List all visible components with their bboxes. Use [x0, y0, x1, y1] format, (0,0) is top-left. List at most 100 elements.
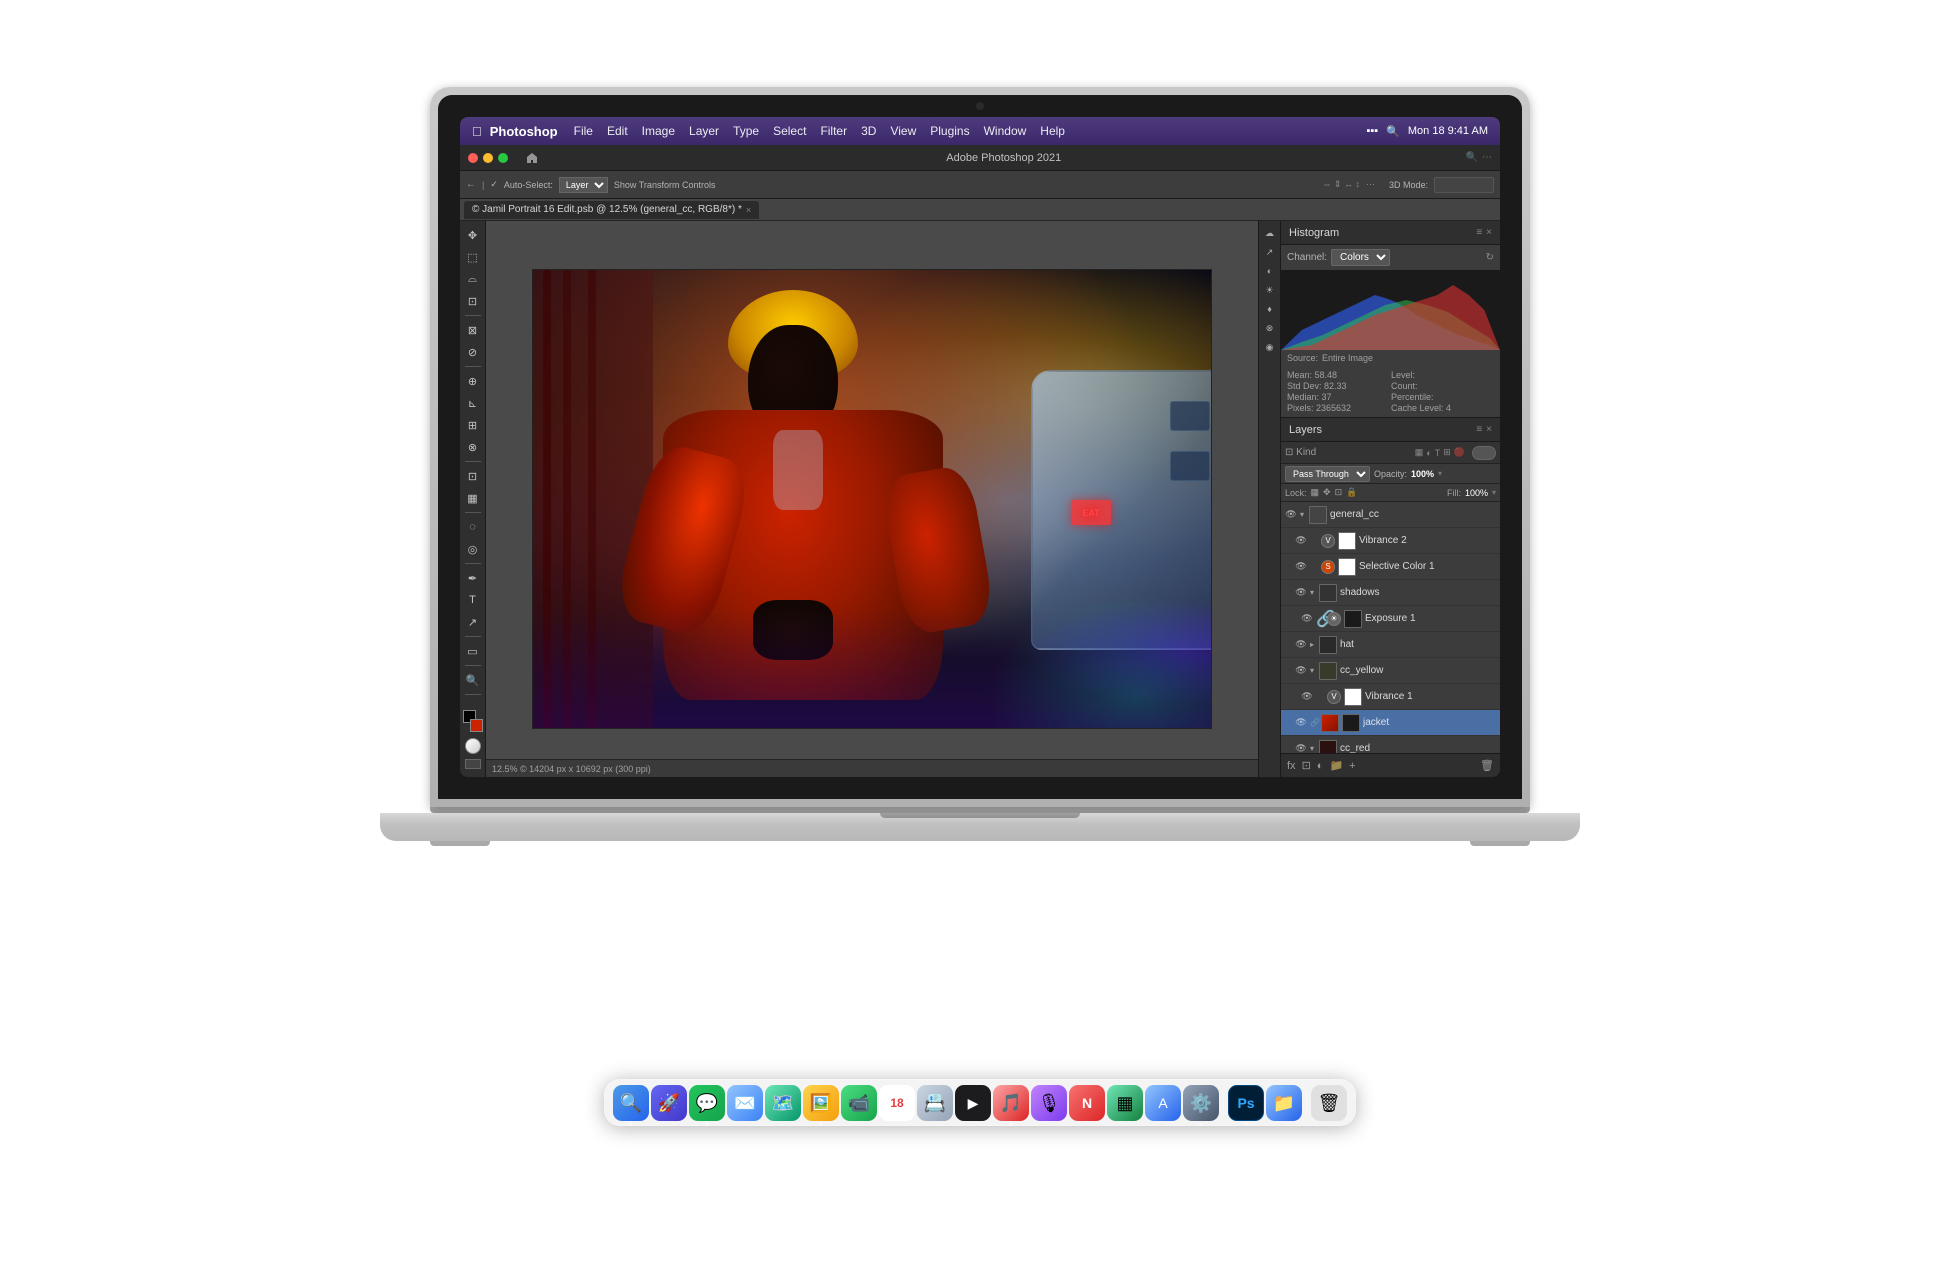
menu-window[interactable]: Window: [984, 124, 1027, 138]
tool-history-brush[interactable]: ⊗: [463, 437, 483, 457]
home-icon[interactable]: [522, 149, 542, 167]
adj-curves-icon[interactable]: ↗: [1262, 244, 1278, 260]
menu-image[interactable]: Image: [642, 124, 675, 138]
menu-edit[interactable]: Edit: [607, 124, 628, 138]
group-arrow-shadows[interactable]: ▾: [1310, 588, 1314, 597]
dock-maps[interactable]: 🗺️: [765, 1085, 801, 1121]
tool-brush[interactable]: ⊾: [463, 393, 483, 413]
search-menubar-icon[interactable]: 🔍: [1386, 125, 1400, 138]
tab-close-icon[interactable]: ×: [746, 205, 751, 215]
tool-eyedropper[interactable]: ⊘: [463, 342, 483, 362]
active-document-tab[interactable]: © Jamil Portrait 16 Edit.psb @ 12.5% (ge…: [464, 201, 759, 219]
auto-select-dropdown[interactable]: Layer: [559, 177, 608, 193]
layer-eye-exp1[interactable]: 👁: [1301, 613, 1313, 624]
maximize-button[interactable]: [498, 153, 508, 163]
adj-photo-filter-icon[interactable]: ◉: [1262, 339, 1278, 355]
layer-selective-color1[interactable]: 👁 S Selective Color 1: [1281, 554, 1500, 580]
lock-all-icon[interactable]: 🔒: [1346, 487, 1357, 498]
adj-levels-icon[interactable]: ☁: [1262, 225, 1278, 241]
add-fx-icon[interactable]: fx: [1287, 760, 1296, 772]
apple-logo-icon[interactable]: : [472, 124, 482, 139]
menu-layer[interactable]: Layer: [689, 124, 719, 138]
group-arrow-ccyellow[interactable]: ▾: [1310, 666, 1314, 675]
layer-eye-vibrance2[interactable]: 👁: [1295, 535, 1307, 546]
dock-appstore[interactable]: A: [1145, 1085, 1181, 1121]
tool-text[interactable]: T: [463, 590, 483, 610]
layer-eye-ccred[interactable]: 👁: [1295, 743, 1307, 753]
dock-launchpad[interactable]: 🚀: [651, 1085, 687, 1121]
tool-dodge[interactable]: ◎: [463, 539, 483, 559]
tool-lasso[interactable]: ⌓: [463, 269, 483, 289]
layers-collapse-icon[interactable]: ×: [1486, 424, 1492, 435]
ps-search-icon[interactable]: 🔍: [1466, 152, 1478, 163]
screen-mode-icon[interactable]: [465, 759, 481, 769]
color-filter-icon[interactable]: 🔴: [1454, 447, 1465, 458]
dock-finder2[interactable]: 📁: [1266, 1085, 1302, 1121]
dock-facetime[interactable]: 📹: [841, 1085, 877, 1121]
tool-gradient[interactable]: ▦: [463, 488, 483, 508]
group-arrow-ccred[interactable]: ▾: [1310, 744, 1314, 753]
layer-cc-red-group[interactable]: 👁 ▾ cc_red: [1281, 736, 1500, 753]
layer-cc-yellow-group[interactable]: 👁 ▾ cc_yellow: [1281, 658, 1500, 684]
lock-pixel-icon[interactable]: ▦: [1311, 487, 1320, 498]
channel-select[interactable]: Colors: [1331, 249, 1390, 266]
tool-move[interactable]: ✥: [463, 225, 483, 245]
dock-photos[interactable]: 🖼️: [803, 1085, 839, 1121]
add-mask-icon[interactable]: ⊡: [1302, 759, 1311, 772]
lock-artboard-icon[interactable]: ⊡: [1335, 487, 1343, 498]
back-icon[interactable]: ←: [466, 179, 476, 190]
histogram-refresh-icon[interactable]: ↻: [1486, 252, 1494, 263]
layer-eye-shadows[interactable]: 👁: [1295, 587, 1307, 598]
layer-eye-ccyellow[interactable]: 👁: [1295, 665, 1307, 676]
opacity-value[interactable]: 100%: [1411, 469, 1434, 479]
dock-trash[interactable]: 🗑: [1311, 1085, 1347, 1121]
dock-systemprefs[interactable]: ⚙️: [1183, 1085, 1219, 1121]
color-swatches[interactable]: [463, 710, 483, 732]
layer-vibrance1[interactable]: 👁 V Vibrance 1: [1281, 684, 1500, 710]
tool-pen[interactable]: ✒: [463, 568, 483, 588]
layer-eye-sc1[interactable]: 👁: [1295, 561, 1307, 572]
layer-eye-vibrance1[interactable]: 👁: [1301, 691, 1313, 702]
layer-hat-group[interactable]: 👁 ▸ hat: [1281, 632, 1500, 658]
add-adjustment-icon[interactable]: ◐: [1317, 760, 1324, 772]
tool-heal[interactable]: ⊕: [463, 371, 483, 391]
blend-mode-select[interactable]: Pass Through: [1285, 466, 1370, 482]
dock-messages[interactable]: 💬: [689, 1085, 725, 1121]
ps-more-icon[interactable]: ⋯: [1482, 152, 1492, 163]
tool-shape[interactable]: ▭: [463, 641, 483, 661]
menu-file[interactable]: File: [574, 124, 593, 138]
menu-select[interactable]: Select: [773, 124, 806, 138]
tool-stamp[interactable]: ⊞: [463, 415, 483, 435]
tool-blur[interactable]: ◌: [463, 517, 483, 537]
dock-news[interactable]: N: [1069, 1085, 1105, 1121]
pixel-icon[interactable]: ▦: [1415, 447, 1424, 458]
tool-rectangular-marquee[interactable]: ⬚: [463, 247, 483, 267]
fill-value[interactable]: 100%: [1465, 488, 1488, 498]
delete-layer-icon[interactable]: 🗑: [1480, 759, 1494, 772]
adj-vibrance-icon[interactable]: ♦: [1262, 301, 1278, 317]
layer-eye-general-cc[interactable]: 👁: [1285, 509, 1297, 520]
ps-canvas[interactable]: EAT 12.5% © 14204 px x 10692 px (300 ppi…: [486, 221, 1258, 777]
layers-menu-icon[interactable]: ≡: [1476, 424, 1482, 435]
tool-crop[interactable]: ⊠: [463, 320, 483, 340]
more-toolbar-icon[interactable]: ⋯: [1366, 179, 1375, 190]
adj-filter-icon[interactable]: ◐: [1426, 448, 1431, 458]
layer-shadows-group[interactable]: 👁 ▾ shadows: [1281, 580, 1500, 606]
adj-brightness-icon[interactable]: ☀: [1262, 282, 1278, 298]
add-group-icon[interactable]: 📁: [1329, 759, 1343, 772]
type-filter-icon[interactable]: T: [1435, 448, 1441, 458]
dock-finder[interactable]: 🔍: [613, 1085, 649, 1121]
menu-view[interactable]: View: [890, 124, 916, 138]
dock-calendar[interactable]: 18: [879, 1085, 915, 1121]
minimize-button[interactable]: [483, 153, 493, 163]
bg-color-swatch[interactable]: [470, 719, 483, 732]
adj-hue-icon[interactable]: ◐: [1262, 263, 1278, 279]
layer-general-cc[interactable]: 👁 ▾ general_cc: [1281, 502, 1500, 528]
lock-position-icon[interactable]: ✥: [1323, 487, 1331, 498]
histogram-collapse-icon[interactable]: ×: [1486, 227, 1492, 238]
filter-toggle[interactable]: [1472, 446, 1496, 460]
dock-mail[interactable]: ✉️: [727, 1085, 763, 1121]
menu-filter[interactable]: Filter: [820, 124, 847, 138]
tool-quick-select[interactable]: ⊡: [463, 291, 483, 311]
add-layer-icon[interactable]: +: [1349, 760, 1355, 772]
